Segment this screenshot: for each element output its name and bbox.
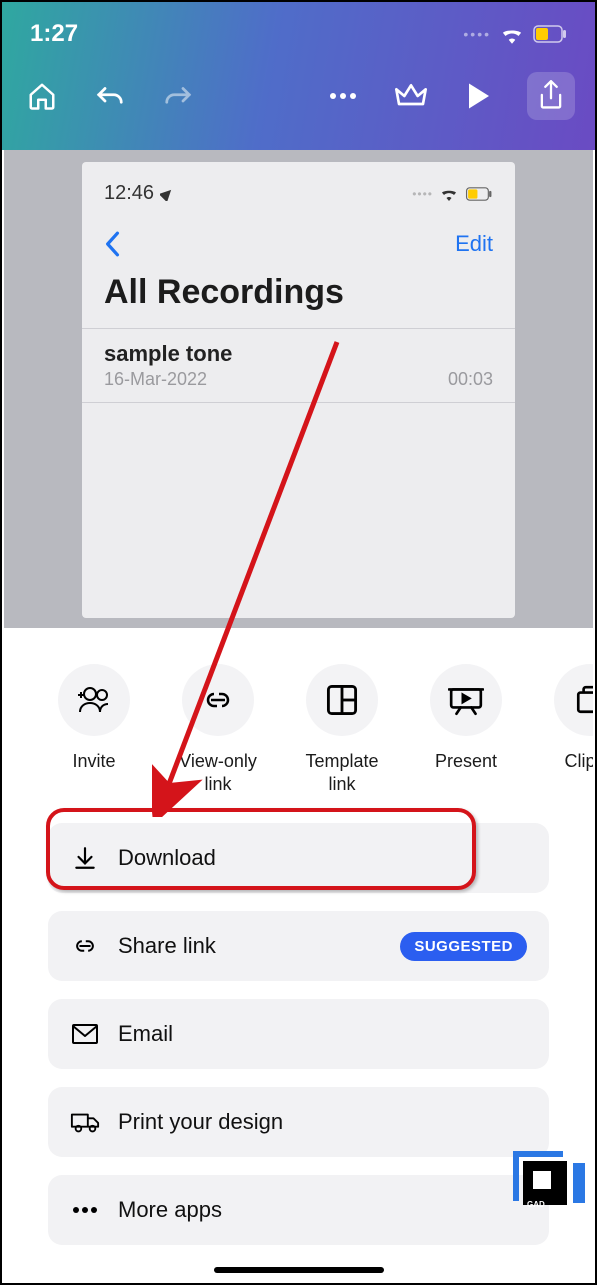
email-option[interactable]: Email <box>48 999 549 1069</box>
play-button[interactable] <box>459 76 499 116</box>
inner-nav: Edit <box>82 205 515 267</box>
inner-status-icons: •••• <box>412 186 493 201</box>
present-option[interactable]: Present <box>422 664 510 795</box>
clipboard-icon <box>554 664 593 736</box>
invite-icon <box>58 664 130 736</box>
link-icon <box>70 937 100 955</box>
cellular-dots-icon: •••• <box>463 26 491 42</box>
more-apps-label: More apps <box>118 1197 527 1223</box>
template-icon <box>306 664 378 736</box>
email-label: Email <box>118 1021 527 1047</box>
inner-status-time: 12:46 <box>104 182 174 205</box>
share-row[interactable]: Invite View-only link Template link Pres… <box>4 658 593 795</box>
premium-crown-button[interactable] <box>391 76 431 116</box>
truck-icon <box>70 1110 100 1134</box>
inner-status-bar: 12:46 •••• <box>82 182 515 205</box>
undo-button[interactable] <box>90 76 130 116</box>
recording-date: 16-Mar-2022 <box>104 369 207 390</box>
battery-icon <box>533 25 567 43</box>
watermark: GAD <box>523 1161 585 1205</box>
options-list: Download Share link SUGGESTED Email Prin… <box>4 795 593 1245</box>
recording-duration: 00:03 <box>448 369 493 390</box>
share-link-label: Share link <box>118 933 382 959</box>
present-label: Present <box>435 750 497 773</box>
wifi-icon <box>499 24 525 44</box>
edit-link[interactable]: Edit <box>455 231 493 257</box>
template-link-label: Template link <box>298 750 386 795</box>
view-only-link-label: View-only link <box>174 750 262 795</box>
suggested-badge: SUGGESTED <box>400 932 527 961</box>
view-only-link-option[interactable]: View-only link <box>174 664 262 795</box>
recordings-title: All Recordings <box>82 267 515 328</box>
email-icon <box>70 1023 100 1045</box>
template-link-option[interactable]: Template link <box>298 664 386 795</box>
status-time: 1:27 <box>30 20 78 48</box>
back-chevron-icon[interactable] <box>104 231 120 257</box>
clipboard-option[interactable]: Clipbo <box>546 664 593 795</box>
share-sheet: Invite View-only link Template link Pres… <box>4 628 593 1281</box>
share-button[interactable] <box>527 72 575 120</box>
divider <box>82 402 515 403</box>
home-indicator[interactable] <box>214 1267 384 1273</box>
print-option[interactable]: Print your design <box>48 1087 549 1157</box>
download-option[interactable]: Download <box>48 823 549 893</box>
app-header-bg: 1:27 •••• <box>2 2 595 150</box>
link-icon <box>182 664 254 736</box>
recording-item[interactable]: sample tone 16-Mar-2022 00:03 <box>82 329 515 402</box>
more-apps-option[interactable]: More apps <box>48 1175 549 1245</box>
invite-label: Invite <box>72 750 115 773</box>
download-icon <box>70 845 100 871</box>
share-link-option[interactable]: Share link SUGGESTED <box>48 911 549 981</box>
download-label: Download <box>118 845 527 871</box>
status-icons: •••• <box>463 24 567 44</box>
more-button[interactable] <box>323 76 363 116</box>
clipboard-label: Clipbo <box>564 750 593 773</box>
design-canvas: 12:46 •••• Edit All Recordings sample to… <box>82 162 515 618</box>
invite-option[interactable]: Invite <box>50 664 138 795</box>
print-label: Print your design <box>118 1109 527 1135</box>
app-toolbar <box>2 48 595 120</box>
redo-button[interactable] <box>158 76 198 116</box>
status-bar: 1:27 •••• <box>2 2 595 48</box>
recording-name: sample tone <box>104 341 232 367</box>
home-button[interactable] <box>22 76 62 116</box>
more-icon <box>70 1206 100 1214</box>
present-icon <box>430 664 502 736</box>
